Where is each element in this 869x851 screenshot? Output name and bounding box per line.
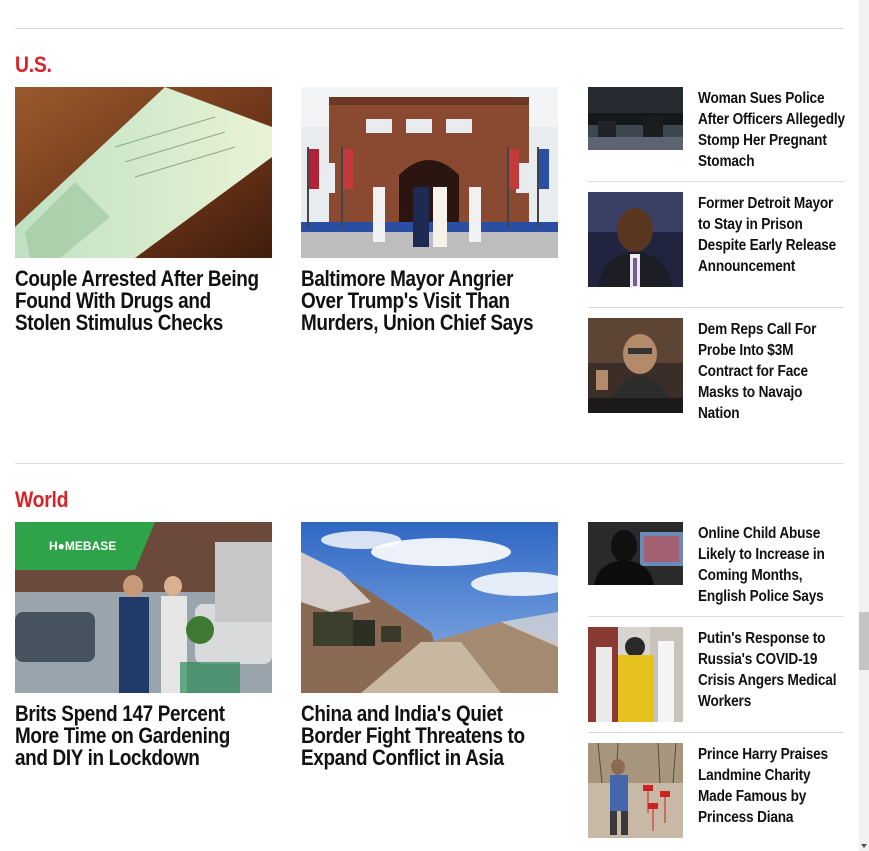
side-headline[interactable]: Former Detroit Mayor to Stay in Prison D… xyxy=(698,193,846,277)
news-sections: U.S. Couple Arrested After Being Found W… xyxy=(15,0,846,851)
landmine-field-photo[interactable] xyxy=(588,743,683,838)
section-divider xyxy=(15,463,844,464)
featured-headline[interactable]: Baltimore Mayor Angrier Over Trump's Vis… xyxy=(301,268,552,334)
side-headline[interactable]: Putin's Response to Russia's COVID-19 Cr… xyxy=(698,628,846,712)
featured-headline[interactable]: Couple Arrested After Being Found With D… xyxy=(15,268,266,334)
side-divider xyxy=(588,732,844,733)
side-headline[interactable]: Dem Reps Call For Probe Into $3M Contrac… xyxy=(698,319,846,424)
homebase-sign-text: H●MEBASE xyxy=(49,539,116,553)
side-divider xyxy=(588,307,844,308)
congressman-hearing-photo[interactable] xyxy=(588,318,683,413)
featured-article[interactable]: Couple Arrested After Being Found With D… xyxy=(15,87,272,334)
section-divider xyxy=(15,28,844,29)
hazmat-workers-photo[interactable] xyxy=(588,627,683,722)
side-divider xyxy=(588,181,844,182)
side-headline[interactable]: Prince Harry Praises Landmine Charity Ma… xyxy=(698,744,846,828)
fort-mchenry-visit-photo[interactable] xyxy=(301,87,558,258)
featured-article[interactable]: Baltimore Mayor Angrier Over Trump's Vis… xyxy=(301,87,558,334)
mountain-road-trucks-photo[interactable] xyxy=(301,522,558,693)
stimulus-check-photo[interactable] xyxy=(15,87,272,258)
homebase-shoppers-photo[interactable]: H●MEBASE xyxy=(15,522,272,693)
section-title-world[interactable]: World xyxy=(15,487,68,513)
featured-article[interactable]: H●MEBASE Brits Spend 147 Percent More Ti… xyxy=(15,522,272,769)
scrollbar-thumb[interactable] xyxy=(859,612,869,670)
side-headline[interactable]: Woman Sues Police After Officers Alleged… xyxy=(698,88,846,172)
section-title-us[interactable]: U.S. xyxy=(15,52,52,78)
scroll-down-arrow-icon[interactable] xyxy=(861,844,867,848)
former-mayor-portrait-photo[interactable] xyxy=(588,192,683,287)
silhouette-computer-photo[interactable] xyxy=(588,522,683,585)
police-officer-belt-photo[interactable] xyxy=(588,87,683,150)
featured-article[interactable]: China and India's Quiet Border Fight Thr… xyxy=(301,522,558,769)
featured-headline[interactable]: Brits Spend 147 Percent More Time on Gar… xyxy=(15,703,266,769)
featured-headline[interactable]: China and India's Quiet Border Fight Thr… xyxy=(301,703,552,769)
side-headline[interactable]: Online Child Abuse Likely to Increase in… xyxy=(698,523,846,607)
vertical-scrollbar[interactable] xyxy=(859,0,869,851)
side-divider xyxy=(588,616,844,617)
